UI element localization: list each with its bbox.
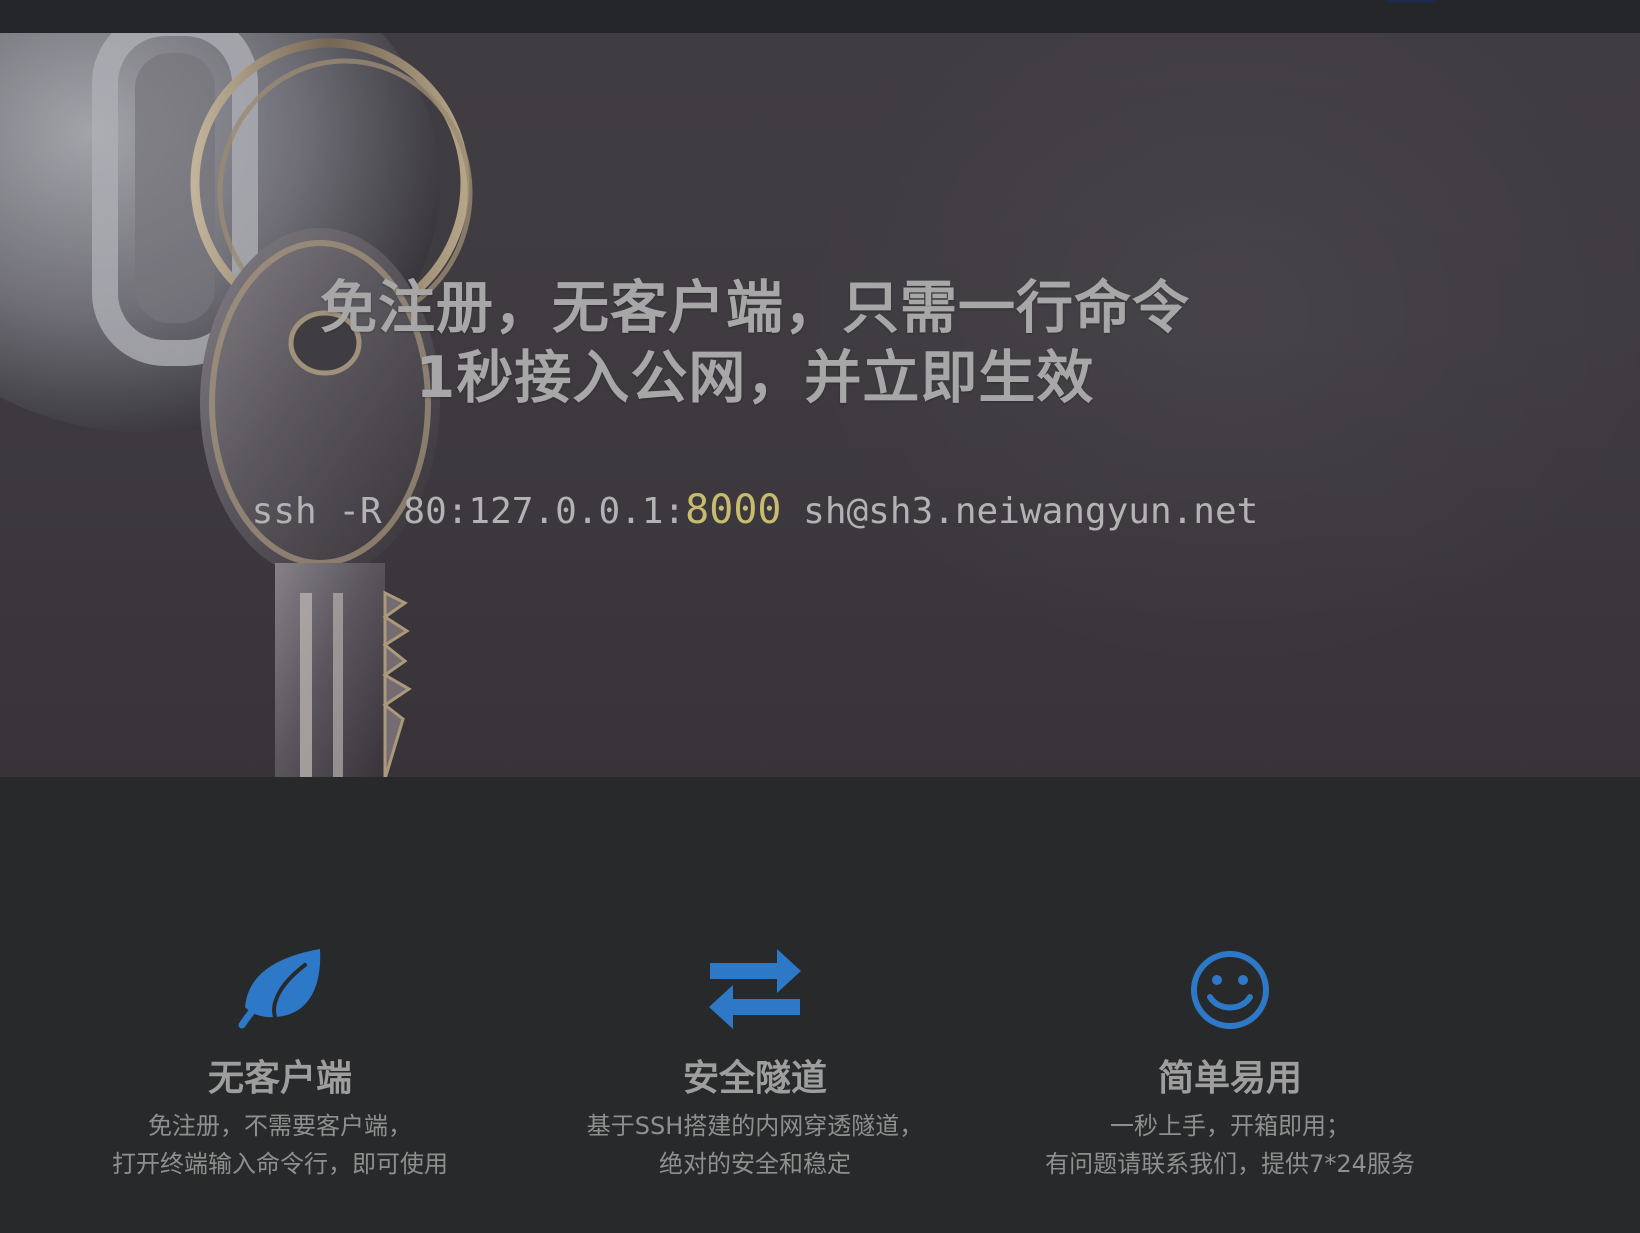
exchange-arrows-icon bbox=[709, 949, 801, 1029]
feature-description: 基于SSH搭建的内网穿透隧道， 绝对的安全和稳定 bbox=[505, 1107, 1005, 1183]
feature-title: 简单易用 bbox=[1157, 1058, 1302, 1099]
top-nav-bar bbox=[0, 0, 1640, 33]
feature-desc-line2: 绝对的安全和稳定 bbox=[659, 1150, 851, 1178]
features-section: 无客户端 免注册，不需要客户端， 打开终端输入命令行，即可使用 安全隧道 基于S… bbox=[0, 777, 1640, 1233]
nav-button-partial[interactable] bbox=[1382, 0, 1440, 3]
feature-title: 无客户端 bbox=[207, 1058, 352, 1099]
leaf-icon bbox=[238, 949, 321, 1029]
feature-desc-line1: 基于SSH搭建的内网穿透隧道， bbox=[586, 1112, 924, 1140]
hero-banner: 免注册，无客户端，只需一行命令 1秒接入公网，并立即生效 ssh -R 80:1… bbox=[0, 33, 1640, 777]
hero-title-line2: 1秒接入公网，并立即生效 bbox=[415, 345, 1095, 411]
hero-title-line1: 免注册，无客户端，只需一行命令 bbox=[320, 275, 1190, 341]
feature-desc-line1: 免注册，不需要客户端， bbox=[148, 1112, 412, 1140]
smile-icon bbox=[1191, 951, 1269, 1029]
feature-desc-line1: 一秒上手，开箱即用； bbox=[1110, 1112, 1350, 1140]
ssh-command-prefix: ssh -R 80:127.0.0.1: bbox=[251, 491, 686, 532]
ssh-command-host: sh@sh3.neiwangyun.net bbox=[781, 491, 1259, 532]
ssh-command[interactable]: ssh -R 80:127.0.0.1:8000 sh@sh3.neiwangy… bbox=[0, 485, 1510, 537]
feature-desc-line2: 有问题请联系我们，提供7*24服务 bbox=[1045, 1150, 1415, 1178]
ssh-command-port: 8000 bbox=[685, 487, 782, 533]
feature-desc-line2: 打开终端输入命令行，即可使用 bbox=[112, 1150, 448, 1178]
feature-title: 安全隧道 bbox=[682, 1058, 827, 1099]
feature-description: 一秒上手，开箱即用； 有问题请联系我们，提供7*24服务 bbox=[980, 1107, 1480, 1183]
feature-description: 免注册，不需要客户端， 打开终端输入命令行，即可使用 bbox=[30, 1107, 530, 1183]
